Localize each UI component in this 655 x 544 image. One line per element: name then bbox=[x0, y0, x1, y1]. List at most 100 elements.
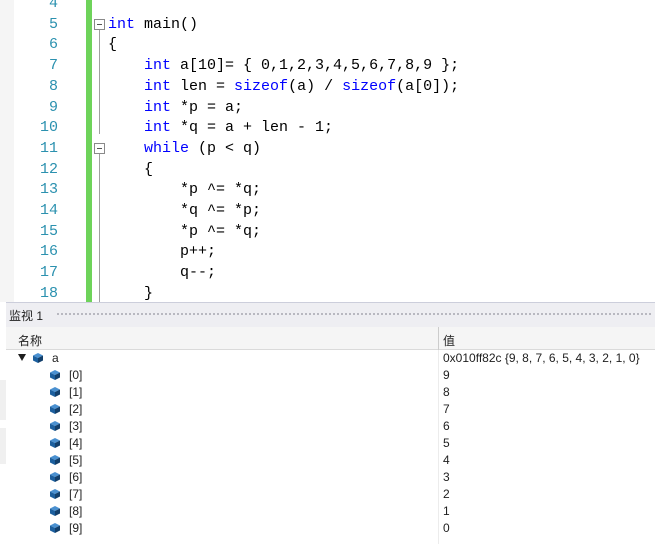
code-text: int main() bbox=[108, 14, 198, 35]
line-number: 12 bbox=[39, 160, 58, 178]
code-line[interactable]: 10 int *q = a + len - 1; bbox=[0, 117, 655, 138]
watch-item-value[interactable]: 9 bbox=[443, 367, 450, 384]
triangle-down-icon[interactable] bbox=[18, 354, 26, 361]
code-text: } bbox=[108, 283, 153, 302]
watch-item-value[interactable]: 7 bbox=[443, 401, 450, 418]
watch-item-value[interactable]: 4 bbox=[443, 452, 450, 469]
watch-item-value[interactable]: 8 bbox=[443, 384, 450, 401]
watch-item-name: [3] bbox=[69, 419, 83, 433]
code-keyword: sizeof bbox=[234, 77, 289, 95]
watch-window: 监视 1 名称 值 a 0x010ff82c {9, 8, 7, 6, 5, 4… bbox=[6, 302, 655, 544]
watch-item-name: [2] bbox=[69, 402, 83, 416]
column-splitter[interactable] bbox=[438, 327, 439, 350]
watch-item-name: [1] bbox=[69, 385, 83, 399]
code-text: *p ^= *q; bbox=[108, 221, 261, 242]
watch-row[interactable]: [2] 7 bbox=[6, 401, 655, 418]
code-line[interactable]: 11 while (p < q) bbox=[0, 138, 655, 159]
code-token: main() bbox=[135, 15, 199, 33]
code-text: { bbox=[108, 159, 153, 180]
watch-item-name: [7] bbox=[69, 487, 83, 501]
watch-item-name: [5] bbox=[69, 453, 83, 467]
code-line[interactable]: 13 *p ^= *q; bbox=[0, 179, 655, 200]
code-token: *q ^= *p; bbox=[108, 202, 262, 219]
cube-icon bbox=[50, 404, 60, 414]
code-line[interactable]: 18 } bbox=[0, 283, 655, 302]
code-line[interactable]: 7 int a[10]= { 0,1,2,3,4,5,6,7,8,9 }; bbox=[0, 55, 655, 76]
code-token: *p = a; bbox=[171, 98, 244, 116]
code-line[interactable]: 12 { bbox=[0, 159, 655, 180]
watch-item-value[interactable]: 5 bbox=[443, 435, 450, 452]
column-header-value[interactable]: 值 bbox=[443, 332, 455, 349]
code-line[interactable]: 15 *p ^= *q; bbox=[0, 221, 655, 242]
code-line[interactable]: 4 bbox=[0, 0, 655, 14]
code-token: (a) / bbox=[288, 77, 343, 95]
code-text: int *q = a + len - 1; bbox=[108, 117, 333, 138]
code-text: while (p < q) bbox=[108, 138, 261, 159]
watch-row[interactable]: [3] 6 bbox=[6, 418, 655, 435]
drag-grip[interactable] bbox=[56, 312, 653, 317]
code-line[interactable]: 8 int len = sizeof(a) / sizeof(a[0]); bbox=[0, 76, 655, 97]
code-text: int *p = a; bbox=[108, 97, 243, 118]
code-keyword: int bbox=[144, 98, 172, 116]
line-number: 7 bbox=[48, 57, 58, 75]
code-token: (p < q) bbox=[189, 139, 262, 157]
code-token: len = bbox=[171, 77, 235, 95]
watch-row-root[interactable]: a 0x010ff82c {9, 8, 7, 6, 5, 4, 3, 2, 1,… bbox=[6, 350, 655, 367]
watch-row[interactable]: [0] 9 bbox=[6, 367, 655, 384]
code-keyword: int bbox=[144, 119, 172, 137]
watch-item-value[interactable]: 2 bbox=[443, 486, 450, 503]
watch-row[interactable]: [7] 2 bbox=[6, 486, 655, 503]
cube-icon bbox=[50, 421, 60, 431]
watch-title-bar[interactable]: 监视 1 bbox=[6, 303, 655, 327]
column-header-name[interactable]: 名称 bbox=[18, 332, 42, 349]
code-text: *p ^= *q; bbox=[108, 179, 261, 200]
line-number: 15 bbox=[39, 222, 58, 240]
watch-row[interactable]: [1] 8 bbox=[6, 384, 655, 401]
line-number: 4 bbox=[48, 0, 58, 12]
minus-box-icon[interactable] bbox=[94, 18, 105, 30]
watch-item-name: [8] bbox=[69, 504, 83, 518]
code-line[interactable]: 17 q--; bbox=[0, 262, 655, 283]
cube-icon bbox=[50, 370, 60, 380]
watch-column-header: 名称 值 bbox=[6, 327, 655, 350]
code-token: a[10]= { 0,1,2,3,4,5,6,7,8,9 }; bbox=[171, 57, 460, 75]
watch-item-value[interactable]: 0x010ff82c {9, 8, 7, 6, 5, 4, 3, 2, 1, 0… bbox=[443, 350, 640, 367]
watch-row[interactable]: [8] 1 bbox=[6, 503, 655, 520]
code-line[interactable]: 6{ bbox=[0, 34, 655, 55]
code-token: p++; bbox=[108, 243, 217, 261]
code-line[interactable]: 9 int *p = a; bbox=[0, 97, 655, 118]
watch-item-name: [6] bbox=[69, 470, 83, 484]
cube-icon bbox=[50, 438, 60, 448]
line-number: 17 bbox=[39, 264, 58, 282]
line-number: 11 bbox=[39, 139, 58, 157]
line-number: 16 bbox=[39, 243, 58, 261]
watch-item-value[interactable]: 3 bbox=[443, 469, 450, 486]
cube-icon bbox=[50, 455, 60, 465]
code-line[interactable]: 5 int main() bbox=[0, 14, 655, 35]
code-token: *p ^= *q; bbox=[108, 181, 262, 199]
cube-icon bbox=[50, 506, 60, 516]
cube-icon bbox=[50, 489, 60, 499]
code-token: *p ^= *q; bbox=[108, 222, 262, 240]
watch-row[interactable]: [4] 5 bbox=[6, 435, 655, 452]
minus-box-icon[interactable] bbox=[94, 142, 105, 154]
watch-item-value[interactable]: 6 bbox=[443, 418, 450, 435]
line-number: 10 bbox=[39, 119, 58, 137]
watch-item-value[interactable]: 1 bbox=[443, 503, 450, 520]
code-line[interactable]: 16 p++; bbox=[0, 241, 655, 262]
watch-item-name: [9] bbox=[69, 521, 83, 535]
watch-item-value[interactable]: 0 bbox=[443, 520, 450, 537]
watch-row[interactable]: [9] 0 bbox=[6, 520, 655, 537]
watch-item-name: [4] bbox=[69, 436, 83, 450]
code-line[interactable]: 14 *q ^= *p; bbox=[0, 200, 655, 221]
watch-row[interactable]: [6] 3 bbox=[6, 469, 655, 486]
code-token: } bbox=[108, 284, 154, 302]
code-text: *q ^= *p; bbox=[108, 200, 261, 221]
code-keyword: int bbox=[144, 57, 172, 75]
code-editor[interactable]: 4 5 int main() 6{7 int a[10]= { 0,1,2,3,4,5… bbox=[0, 0, 655, 302]
watch-row[interactable]: [5] 4 bbox=[6, 452, 655, 469]
